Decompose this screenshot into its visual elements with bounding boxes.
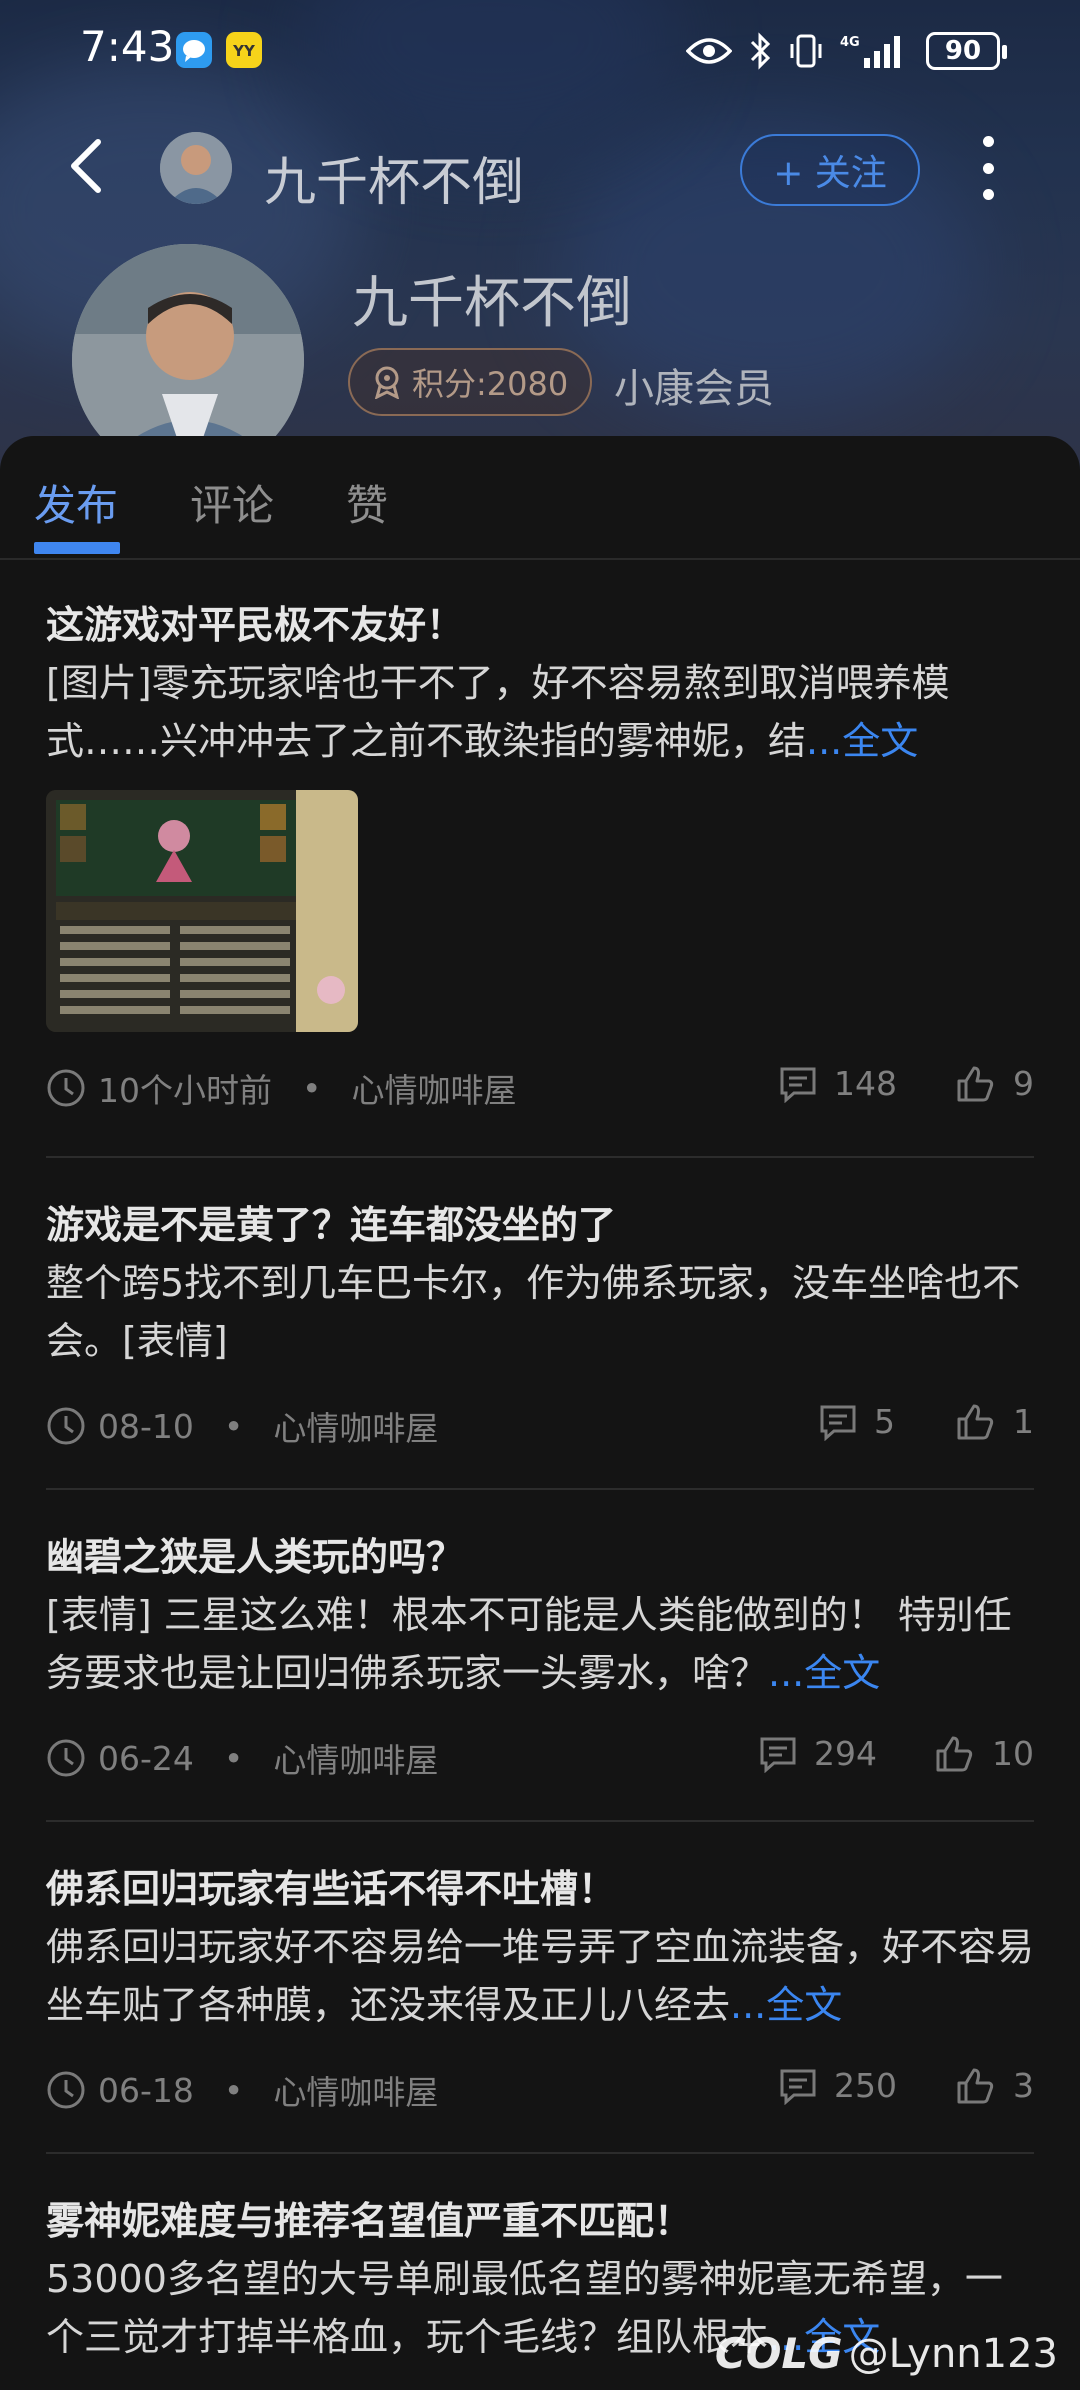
- tab-bar: 发布 评论 赞: [0, 436, 1080, 560]
- post-board[interactable]: 心情咖啡屋: [273, 2066, 438, 2114]
- message-app-icon: [176, 32, 212, 68]
- post-title[interactable]: 这游戏对平民极不友好！: [46, 600, 1034, 650]
- vibrate-icon: [790, 34, 822, 68]
- comment-count: 148: [834, 1064, 897, 1103]
- like-count: 10: [992, 1734, 1034, 1773]
- thumbs-up-icon: [957, 1404, 994, 1439]
- score-text: 积分:2080: [412, 365, 569, 403]
- like-button[interactable]: 1: [955, 1402, 1034, 1441]
- tab-posts[interactable]: 发布: [34, 472, 118, 533]
- thumbs-up-icon: [957, 1066, 994, 1101]
- comment-count: 250: [834, 2066, 897, 2105]
- post-excerpt[interactable]: [表情] 三星这么难！根本不可能是人类能做到的！ 特别任务要求也是让回归佛系玩家…: [46, 1586, 1034, 1702]
- post-excerpt[interactable]: 整个跨5找不到几车巴卡尔，作为佛系玩家，没车坐啥也不会。[表情]: [46, 1254, 1034, 1370]
- comment-count-button[interactable]: 148: [778, 1064, 897, 1103]
- post-meta: 06-24 • 心情咖啡屋 294 10: [46, 1726, 1034, 1786]
- more-dot-icon: [982, 162, 994, 174]
- post-title[interactable]: 佛系回归玩家有些话不得不吐槽！: [46, 1864, 1034, 1914]
- active-tab-indicator: [34, 542, 120, 554]
- more-dot-icon: [982, 189, 994, 200]
- post-item[interactable]: 幽碧之狭是人类玩的吗？ [表情] 三星这么难！根本不可能是人类能做到的！ 特别任…: [46, 1532, 1034, 1786]
- status-bar: 7:43 YY 4G 90: [0, 0, 1080, 100]
- follow-button[interactable]: + 关注: [740, 134, 920, 206]
- divider: [46, 1488, 1034, 1490]
- post-board[interactable]: 心情咖啡屋: [351, 1064, 516, 1112]
- clock-icon: [47, 1407, 85, 1445]
- svg-text:YY: YY: [232, 42, 256, 60]
- divider: [46, 1156, 1034, 1158]
- comment-icon: [760, 1737, 796, 1773]
- battery-indicator: 90: [926, 32, 1007, 70]
- back-button[interactable]: [66, 138, 106, 194]
- tab-comments[interactable]: 评论: [190, 472, 274, 533]
- post-time: 10个小时前: [98, 1071, 272, 1110]
- comment-count-button[interactable]: 5: [818, 1402, 895, 1441]
- like-count: 1: [1013, 1402, 1034, 1441]
- header-username: 九千杯不倒: [264, 153, 525, 213]
- post-meta: 08-10 • 心情咖啡屋 5 1: [46, 1394, 1034, 1454]
- divider: [46, 2152, 1034, 2154]
- post-item[interactable]: 游戏是不是黄了？连车都没坐的了 整个跨5找不到几车巴卡尔，作为佛系玩家，没车坐啥…: [46, 1200, 1034, 1454]
- clock-icon: [47, 1069, 85, 1107]
- post-image-thumbnail[interactable]: [46, 790, 358, 1032]
- comment-count-button[interactable]: 294: [758, 1734, 877, 1773]
- bluetooth-icon: [750, 32, 771, 70]
- medal-icon: [374, 366, 400, 399]
- post-title[interactable]: 雾神妮难度与推荐名望值严重不匹配！: [46, 2196, 1034, 2246]
- clock-icon: [47, 1739, 85, 1777]
- signal-4g-icon: 4G: [840, 35, 900, 68]
- post-board[interactable]: 心情咖啡屋: [273, 1734, 438, 1782]
- post-item[interactable]: 这游戏对平民极不友好！ [图片]零充玩家啥也干不了，好不容易熬到取消喂养模式………: [46, 600, 1034, 1116]
- svg-text:4G: 4G: [840, 35, 860, 50]
- more-dot-icon: [982, 136, 994, 147]
- separator-dot: •: [223, 1738, 244, 1778]
- post-time: 08-10: [98, 1406, 194, 1446]
- comment-count: 5: [874, 1402, 895, 1441]
- status-time: 7:43: [80, 22, 175, 71]
- post-title[interactable]: 游戏是不是黄了？连车都没坐的了: [46, 1200, 1034, 1250]
- read-more-link[interactable]: ...全文: [730, 1983, 842, 2027]
- separator-dot: •: [223, 1406, 244, 1446]
- post-board[interactable]: 心情咖啡屋: [273, 1402, 438, 1450]
- thumbs-up-icon: [936, 1736, 973, 1771]
- post-excerpt[interactable]: [图片]零充玩家啥也干不了，好不容易熬到取消喂养模式……兴冲冲去了之前不敢染指的…: [46, 654, 1034, 770]
- post-meta: 10个小时前 • 心情咖啡屋 148 9: [46, 1056, 1034, 1116]
- comment-icon: [780, 1067, 816, 1103]
- like-button[interactable]: 3: [955, 2066, 1034, 2105]
- like-button[interactable]: 10: [934, 1734, 1034, 1773]
- profile-name: 九千杯不倒: [352, 271, 632, 336]
- more-options-button[interactable]: [970, 136, 1006, 200]
- post-item[interactable]: 佛系回归玩家有些话不得不吐槽！ 佛系回归玩家好不容易给一堆号弄了空血流装备，好不…: [46, 1864, 1034, 2118]
- content-panel: 发布 评论 赞 这游戏对平民极不友好！ [图片]零充玩家啥也干不了，好不容易熬到…: [0, 436, 1080, 2390]
- post-excerpt[interactable]: 佛系回归玩家好不容易给一堆号弄了空血流装备，好不容易坐车贴了各种膜，还没来得及正…: [46, 1918, 1034, 2034]
- eye-comfort-icon: [686, 38, 732, 64]
- post-meta: 06-18 • 心情咖啡屋 250 3: [46, 2058, 1034, 2118]
- tab-likes[interactable]: 赞: [346, 472, 388, 533]
- comment-count-button[interactable]: 250: [778, 2066, 897, 2105]
- divider: [46, 1820, 1034, 1822]
- read-more-link[interactable]: ...全文: [806, 719, 918, 763]
- watermark-handle: @Lynn123: [848, 2330, 1058, 2377]
- separator-dot: •: [223, 2070, 244, 2110]
- chevron-left-icon: [71, 139, 101, 193]
- separator-dot: •: [302, 1068, 322, 1108]
- comment-icon: [820, 1405, 856, 1441]
- post-time: 06-24: [98, 1738, 194, 1778]
- like-count: 3: [1013, 2066, 1034, 2105]
- post-time: 06-18: [98, 2070, 194, 2110]
- thumbs-up-icon: [957, 2068, 994, 2103]
- score-badge[interactable]: 积分:2080: [348, 348, 593, 416]
- like-count: 9: [1013, 1064, 1034, 1103]
- member-level: 小康会员: [614, 366, 774, 412]
- clock-icon: [47, 2071, 85, 2109]
- read-more-link[interactable]: ...全文: [768, 1651, 880, 1695]
- comment-icon: [780, 2069, 816, 2105]
- header-avatar[interactable]: [160, 132, 232, 204]
- watermark-logo: COLG: [714, 2329, 843, 2378]
- comment-count: 294: [814, 1734, 877, 1773]
- watermark: COLG @Lynn123: [715, 2329, 1058, 2378]
- post-title[interactable]: 幽碧之狭是人类玩的吗？: [46, 1532, 1034, 1582]
- yy-app-icon: YY: [226, 32, 262, 68]
- like-button[interactable]: 9: [955, 1064, 1034, 1103]
